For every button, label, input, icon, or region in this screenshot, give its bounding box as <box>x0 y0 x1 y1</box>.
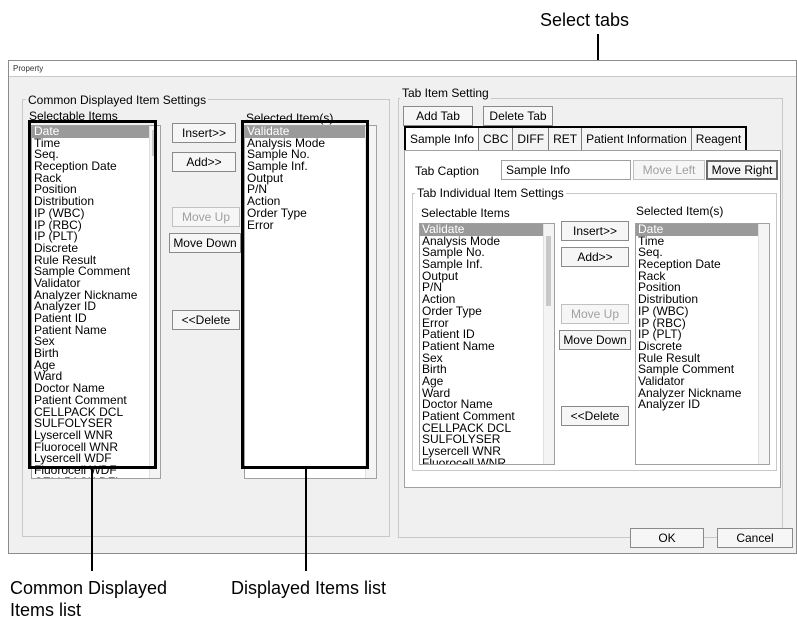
tab-reagent[interactable]: Reagent <box>691 128 746 150</box>
tab-caption-field[interactable]: Sample Info <box>501 160 631 180</box>
common-insert-button[interactable]: Insert>> <box>172 123 236 143</box>
list-item[interactable]: Analyzer ID <box>636 398 769 411</box>
common-add-button[interactable]: Add>> <box>172 152 236 172</box>
annotation-line-displayed <box>305 469 307 571</box>
tab-move-down-button[interactable]: Move Down <box>559 330 631 350</box>
tab-selected-list[interactable]: Date Time Seq. Reception Date Rack Position Di… <box>635 223 770 465</box>
tab-caption-label: Tab Caption <box>415 164 480 178</box>
tab-move-up-button[interactable]: Move Up <box>561 304 629 324</box>
list-item[interactable]: CELLPACK DFL <box>32 476 160 478</box>
tab-diff[interactable]: DIFF <box>513 128 550 150</box>
annotation-select-tabs: Select tabs <box>540 10 630 30</box>
cancel-button[interactable]: Cancel <box>717 528 793 548</box>
common-delete-button[interactable]: <<Delete <box>172 310 240 330</box>
common-settings-title: Common Displayed Item Settings <box>26 93 209 107</box>
add-tab-button[interactable]: Add Tab <box>403 106 473 126</box>
tab-ret[interactable]: RET <box>549 128 583 150</box>
tab-sample-info[interactable]: Sample Info <box>406 128 480 150</box>
move-left-button[interactable]: Move Left <box>633 160 705 180</box>
tab-individual-title: Tab Individual Item Settings <box>415 186 566 200</box>
move-right-button[interactable]: Move Right <box>706 160 778 180</box>
tab-item-setting-title: Tab Item Setting <box>400 86 491 100</box>
annotation-common-displayed: Common Displayed <box>10 578 168 598</box>
tab-selected-label: Selected Item(s) <box>636 204 724 218</box>
common-move-down-button[interactable]: Move Down <box>169 233 241 253</box>
common-move-up-button[interactable]: Move Up <box>172 207 240 227</box>
window-title: Property <box>9 61 796 77</box>
list-item[interactable]: Fluorocell WNR <box>420 457 554 464</box>
tab-add-button[interactable]: Add>> <box>561 247 629 267</box>
annotation-items-list: Items list <box>10 600 82 620</box>
tab-strip: Sample Info CBC DIFF RET Patient Informa… <box>404 126 748 152</box>
tab-panel: Tab Caption Sample Info Move Left Move R… <box>404 150 781 488</box>
highlight-displayed-items-list <box>241 120 369 469</box>
tab-selectable-label: Selectable Items <box>421 206 510 220</box>
highlight-common-displayed-list <box>28 120 157 469</box>
annotation-line-common <box>91 469 93 571</box>
tab-cbc[interactable]: CBC <box>479 128 514 150</box>
ok-button[interactable]: OK <box>630 528 704 548</box>
delete-tab-button[interactable]: Delete Tab <box>483 106 553 126</box>
tab-patient-information[interactable]: Patient Information <box>582 128 692 150</box>
tab-selectable-list[interactable]: Validate Analysis Mode Sample No. Sample In… <box>419 223 555 465</box>
tab-selectable-scrollbar[interactable] <box>543 224 554 464</box>
tab-selected-scrollbar[interactable] <box>758 224 769 464</box>
tab-delete-button[interactable]: <<Delete <box>561 406 629 426</box>
tab-insert-button[interactable]: Insert>> <box>561 221 629 241</box>
annotation-displayed-items: Displayed Items list <box>231 578 387 598</box>
